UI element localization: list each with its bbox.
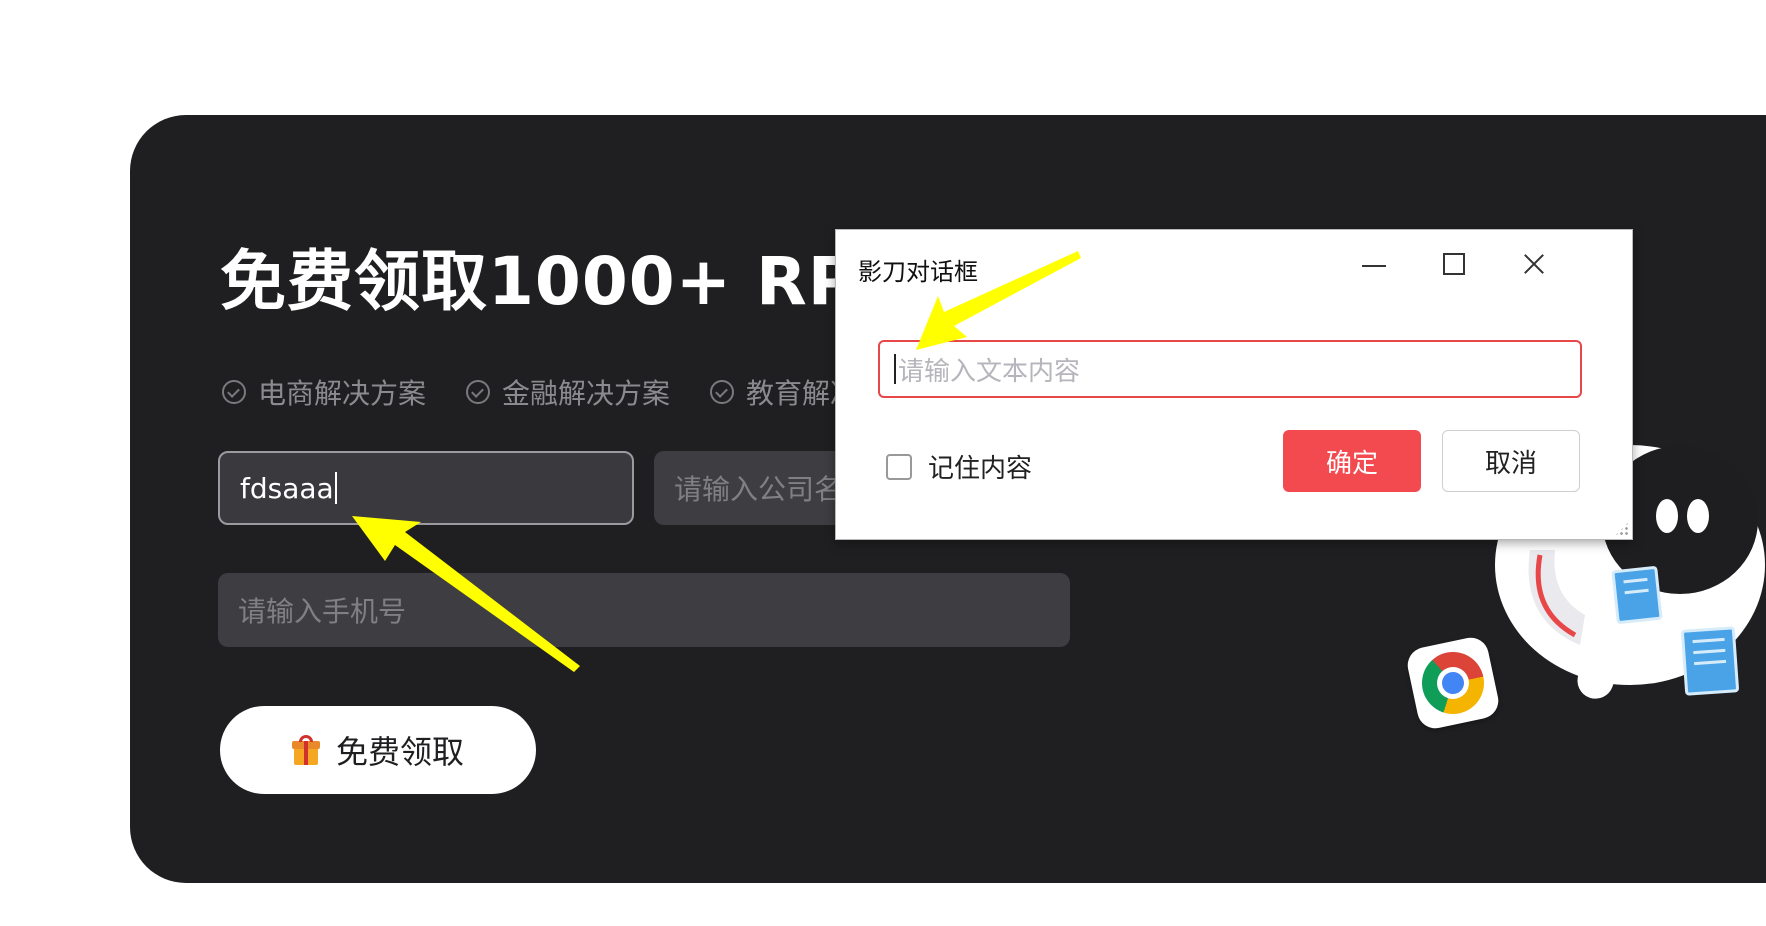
dialog-text-input[interactable]: 请输入文本内容 [878, 340, 1582, 398]
confirm-button[interactable]: 确定 [1283, 430, 1421, 492]
document-card-icon [1680, 626, 1740, 696]
remember-content-option[interactable]: 记住内容 [886, 448, 1032, 485]
feature-finance: 金融解决方案 [466, 372, 670, 412]
phone-input-placeholder: 请输入手机号 [238, 595, 407, 628]
remember-checkbox[interactable] [886, 453, 912, 480]
yingdao-dialog: 影刀对话框 请输入文本内容 记住内容 确定 取消 [835, 229, 1633, 540]
dialog-title: 影刀对话框 [858, 258, 978, 286]
chrome-app-tile [1404, 634, 1502, 732]
feature-label: 电商解决方案 [258, 377, 427, 410]
text-caret [894, 354, 896, 384]
check-circle-icon [222, 380, 246, 404]
minimize-icon[interactable] [1350, 244, 1398, 284]
check-circle-icon [710, 380, 735, 404]
check-circle-icon [466, 380, 491, 404]
name-input-value: fdsaaa [240, 471, 334, 505]
close-icon[interactable] [1510, 244, 1558, 284]
dialog-input-placeholder: 请输入文本内容 [898, 356, 1081, 387]
chrome-icon [1416, 646, 1490, 720]
name-input[interactable]: fdsaaa [218, 451, 634, 525]
company-input-placeholder: 请输入公司名 [674, 473, 843, 506]
gift-icon [291, 735, 320, 765]
feature-label: 金融解决方案 [502, 377, 671, 410]
claim-button-label: 免费领取 [335, 733, 464, 771]
resize-grip-icon[interactable] [1614, 521, 1630, 537]
document-card-icon [1611, 565, 1663, 625]
solution-features: 电商解决方案 金融解决方案 教育解决方案 [222, 372, 914, 412]
remember-label: 记住内容 [928, 454, 1033, 484]
claim-button[interactable]: 免费领取 [220, 706, 536, 794]
cancel-button[interactable]: 取消 [1442, 430, 1580, 492]
feature-ecommerce: 电商解决方案 [222, 372, 426, 412]
maximize-icon[interactable] [1430, 244, 1478, 284]
text-caret [334, 472, 337, 504]
phone-input[interactable]: 请输入手机号 [218, 573, 1070, 647]
